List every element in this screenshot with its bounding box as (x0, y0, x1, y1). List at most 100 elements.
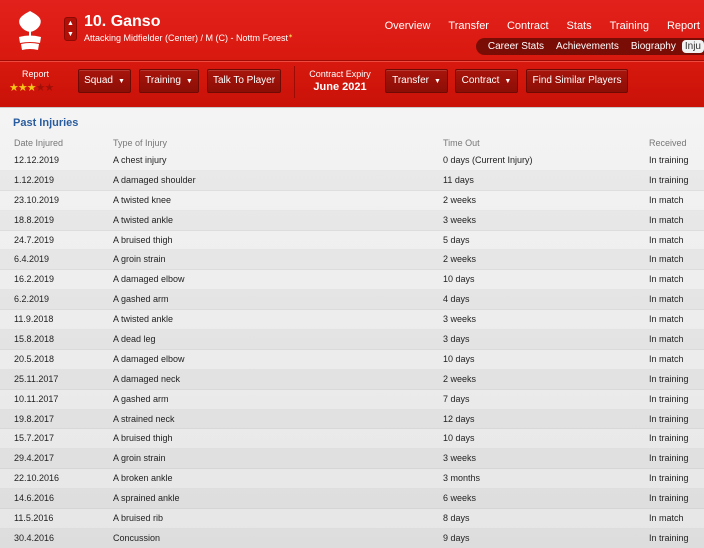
tab-injuries[interactable]: Inju (681, 40, 704, 53)
nav-transfer[interactable]: Transfer (439, 20, 498, 32)
table-row[interactable]: 12.12.2019 A chest injury 0 days (Current … (0, 151, 704, 171)
star-icon: ★ (9, 82, 19, 94)
header-divider-highlight (0, 61, 704, 62)
star-icon: ★ (44, 82, 55, 94)
cell-injury-type: A broken ankle (113, 473, 173, 484)
contract-expiry-label: Contract Expiry (309, 69, 371, 79)
table-row[interactable]: 29.4.2017 A groin strain 3 weeks In trainin… (0, 449, 704, 470)
table-row[interactable]: 14.6.2016 A sprained ankle 6 weeks In train… (0, 489, 704, 510)
transfer-button[interactable]: Transfer ▼ (385, 69, 448, 93)
table-row[interactable]: 1.12.2019 A damaged shoulder 11 days In tra… (0, 171, 704, 191)
injury-table-body: 12.12.2019 A chest injury 0 days (Current … (0, 151, 704, 548)
table-row[interactable]: 23.10.2019 A twisted knee 2 weeks In match (0, 191, 704, 211)
cell-received: In training (649, 473, 689, 484)
cell-received: In match (649, 334, 684, 345)
next-player-icon[interactable]: ▼ (65, 29, 76, 40)
cell-received: In training (649, 155, 689, 165)
cell-time-out: 2 weeks (443, 254, 477, 265)
cell-time-out: 11 days (443, 174, 474, 185)
table-row[interactable]: 25.11.2017 A damaged neck 2 weeks In traini… (0, 370, 704, 390)
find-similar-players-button[interactable]: Find Similar Players (526, 69, 628, 93)
cell-received: In match (649, 234, 684, 245)
cell-injury-type: A gashed arm (113, 294, 169, 305)
cell-date: 19.8.2017 (14, 413, 55, 424)
table-row[interactable]: 18.8.2019 A twisted ankle 3 weeks In match (0, 211, 704, 231)
cell-injury-type: Concussion (113, 532, 161, 543)
injuries-panel: Past Injuries Date Injured Type of Injur… (0, 107, 704, 548)
tab-career-stats[interactable]: Career Stats (482, 38, 550, 55)
column-header-time-out[interactable]: Time Out (443, 138, 480, 148)
squad-button-label: Squad (84, 75, 113, 86)
cell-date: 15.7.2017 (14, 433, 55, 444)
cell-injury-type: A groin strain (113, 254, 166, 265)
cell-injury-type: A damaged elbow (113, 274, 185, 285)
table-row[interactable]: 15.8.2018 A dead leg 3 days In match (0, 330, 704, 350)
report-label: Report (22, 69, 50, 79)
table-row[interactable]: 19.8.2017 A strained neck 12 days In traini… (0, 410, 704, 430)
cell-received: In training (649, 393, 689, 404)
nav-stats[interactable]: Stats (558, 20, 601, 32)
cell-received: In training (649, 174, 689, 185)
cell-date: 25.11.2017 (14, 373, 59, 384)
table-row[interactable]: 16.2.2019 A damaged elbow 10 days In match (0, 270, 704, 291)
column-header-date[interactable]: Date Injured (14, 138, 63, 148)
cell-time-out: 10 days (443, 353, 475, 364)
cell-date: 29.4.2017 (14, 453, 55, 464)
contract-expiry-value: June 2021 (313, 81, 367, 93)
table-row[interactable]: 6.2.2019 A gashed arm 4 days In match (0, 290, 704, 311)
cell-injury-type: A dead leg (113, 334, 156, 345)
cell-time-out: 3 months (443, 473, 481, 484)
player-subtitle: Attacking Midfielder (Center) / M (C) - … (84, 33, 293, 43)
chevron-down-icon: ▼ (185, 78, 193, 85)
cell-time-out: 7 days (443, 393, 470, 404)
cell-date: 15.8.2018 (14, 334, 55, 345)
contract-button[interactable]: Contract ▼ (455, 69, 518, 93)
tab-achievements[interactable]: Achievements (550, 38, 625, 55)
star-icon: ★ (35, 82, 46, 94)
table-row[interactable]: 10.11.2017 A gashed arm 7 days In training (0, 390, 704, 410)
table-row[interactable]: 15.7.2017 A bruised thigh 10 days In traini… (0, 429, 704, 450)
column-header-received[interactable]: Received (649, 138, 687, 148)
player-stepper[interactable]: ▲ ▼ (64, 17, 77, 41)
previous-player-icon[interactable]: ▲ (65, 18, 76, 29)
cell-date: 24.7.2019 (14, 234, 55, 245)
column-header-type[interactable]: Type of Injury (113, 138, 167, 148)
table-row[interactable]: 30.4.2016 Concussion 9 days In training (0, 529, 704, 548)
sub-navigation: Career Stats Achievements Biography Inju (475, 38, 704, 55)
table-row[interactable]: 11.9.2018 A twisted ankle 3 weeks In match (0, 310, 704, 331)
training-button[interactable]: Training ▼ (139, 69, 199, 93)
toolbar-divider (294, 66, 295, 98)
talk-to-player-button[interactable]: Talk To Player (207, 69, 281, 93)
squad-button[interactable]: Squad ▼ (78, 69, 131, 93)
cell-date: 30.4.2016 (14, 532, 55, 543)
cell-injury-type: A twisted knee (113, 194, 172, 205)
nav-report[interactable]: Report (658, 20, 700, 32)
cell-time-out: 3 days (443, 334, 470, 345)
report-rating-stars[interactable]: ★★★★★ (9, 81, 55, 94)
player-position-club: Attacking Midfielder (Center) / M (C) - … (84, 33, 289, 43)
cell-date: 12.12.2019 (14, 155, 60, 165)
cell-injury-type: A groin strain (113, 453, 166, 464)
nav-training[interactable]: Training (601, 20, 658, 32)
top-navigation: Overview Transfer Contract Stats Trainin… (376, 20, 700, 32)
cell-time-out: 9 days (443, 532, 470, 543)
cell-date: 23.10.2019 (14, 194, 60, 205)
table-row[interactable]: 22.10.2016 A broken ankle 3 months In train… (0, 469, 704, 490)
table-row[interactable]: 11.5.2016 A bruised rib 8 days In match (0, 509, 704, 529)
player-header: ▲ ▼ 10. Ganso Attacking Midfielder (Cent… (0, 0, 704, 107)
table-row[interactable]: 20.5.2018 A damaged elbow 10 days In match (0, 350, 704, 370)
table-row[interactable]: 24.7.2019 A bruised thigh 5 days In match (0, 231, 704, 251)
tab-biography[interactable]: Biography (625, 38, 682, 55)
chevron-down-icon: ▼ (433, 78, 441, 85)
nav-overview[interactable]: Overview (376, 20, 440, 32)
nav-contract[interactable]: Contract (498, 20, 558, 32)
table-row[interactable]: 6.4.2019 A groin strain 2 weeks In match (0, 250, 704, 271)
cell-date: 20.5.2018 (14, 353, 55, 364)
cell-received: In match (649, 254, 684, 265)
cell-received: In training (649, 532, 689, 543)
cell-injury-type: A damaged shoulder (113, 174, 196, 185)
cell-received: In match (649, 314, 684, 325)
club-crest-icon (19, 11, 41, 50)
cell-time-out: 0 days (Current Injury) (443, 155, 533, 165)
cell-injury-type: A gashed arm (113, 393, 169, 404)
